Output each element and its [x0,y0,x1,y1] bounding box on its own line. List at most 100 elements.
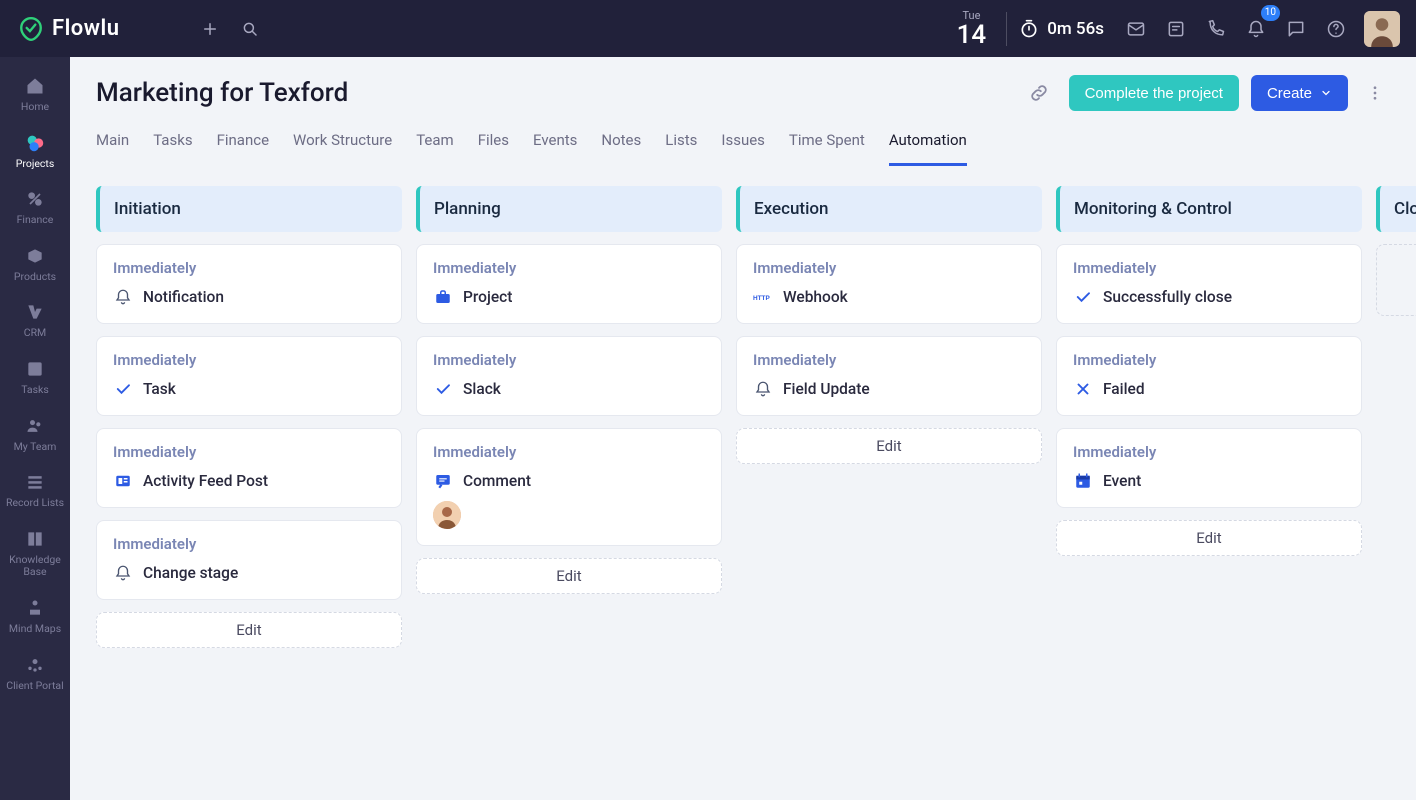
automation-card[interactable]: Immediately Field Update [736,336,1042,416]
date-display[interactable]: Tue 14 [957,9,987,48]
automation-card[interactable]: ImmediatelyFailed [1056,336,1362,416]
more-menu-button[interactable] [1360,75,1390,111]
edit-column-button[interactable]: Edit [736,428,1042,464]
tab-time-spent[interactable]: Time Spent [789,123,865,166]
automation-card[interactable]: ImmediatelyTask [96,336,402,416]
column-closed-s: Closed s [1376,186,1416,648]
card-trigger: Immediately [433,351,705,369]
automation-card[interactable]: Immediately Slack [416,336,722,416]
sidebar-item-recordlists[interactable]: Record Lists [0,463,70,520]
chat-button[interactable] [1276,9,1316,49]
add-button[interactable] [190,9,230,49]
logo[interactable]: Flowlu [18,16,120,42]
automation-card[interactable]: ImmediatelyChange stage [96,520,402,600]
tab-lists[interactable]: Lists [665,123,697,166]
tab-automation[interactable]: Automation [889,123,967,166]
card-action-label: Field Update [783,380,870,398]
sidebar-item-projects[interactable]: Projects [0,124,70,181]
card-action-label: Slack [463,380,501,398]
tab-issues[interactable]: Issues [721,123,765,166]
projects-icon [24,132,46,154]
chevron-down-icon [1320,87,1332,99]
help-button[interactable] [1316,9,1356,49]
page-title: Marketing for Texford [96,78,348,108]
column-monitoring-control: Monitoring & Control Immediately Successfu… [1056,186,1362,648]
tab-team[interactable]: Team [416,123,454,166]
tasks-icon [24,358,46,380]
card-action-label: Successfully close [1103,288,1232,306]
tab-finance[interactable]: Finance [217,123,269,166]
timer[interactable]: 0m 56s [1019,19,1104,39]
crm-icon [24,301,46,323]
column-header[interactable]: Execution [736,186,1042,232]
user-avatar[interactable] [1364,11,1400,47]
note-button[interactable] [1156,9,1196,49]
sidebar-item-finance[interactable]: Finance [0,180,70,237]
sidebar-item-label: Client Portal [6,680,63,693]
column-header[interactable]: Closed s [1376,186,1416,232]
help-icon [1326,19,1346,39]
column-header[interactable]: Monitoring & Control [1056,186,1362,232]
tab-events[interactable]: Events [533,123,577,166]
tab-files[interactable]: Files [478,123,509,166]
sidebar-item-mindmaps[interactable]: Mind Maps [0,589,70,646]
link-button[interactable] [1021,75,1057,111]
automation-card[interactable]: ImmediatelyNotification [96,244,402,324]
plus-icon [201,20,219,38]
mail-icon [1126,19,1146,39]
create-button[interactable]: Create [1251,75,1348,111]
automation-card[interactable]: ImmediatelyHTTPWebhook [736,244,1042,324]
card-action-label: Task [143,380,176,398]
day-number: 14 [957,22,987,48]
automation-card[interactable]: Immediately Successfully close [1056,244,1362,324]
card-action-label: Project [463,288,512,306]
edit-column-button[interactable]: Edit [416,558,722,594]
svg-text:HTTP: HTTP [753,295,770,302]
notifications-button[interactable]: 10 [1236,9,1276,49]
finance-icon [24,188,46,210]
sidebar-item-label: CRM [24,327,46,340]
automation-card[interactable]: ImmediatelyComment [416,428,722,546]
sidebar-item-tasks[interactable]: Tasks [0,350,70,407]
search-button[interactable] [230,9,270,49]
sidebar-item-clientportal[interactable]: Client Portal [0,646,70,703]
sidebar-item-myteam[interactable]: My Team [0,407,70,464]
sidebar-item-products[interactable]: Products [0,237,70,294]
column-header[interactable]: Planning [416,186,722,232]
bell-icon [113,563,133,583]
divider [1006,12,1007,46]
card-trigger: Immediately [433,259,705,277]
sidebar-item-label: Record Lists [6,497,64,510]
automation-card[interactable]: Immediately Project [416,244,722,324]
sidebar-item-label: Projects [16,158,55,171]
tab-main[interactable]: Main [96,123,129,166]
card-action-label: Event [1103,472,1141,490]
card-trigger: Immediately [433,443,705,461]
tab-notes[interactable]: Notes [601,123,641,166]
feed-icon [113,471,133,491]
edit-column-button[interactable]: Edit [1056,520,1362,556]
sidebar-item-knowledgebase[interactable]: Knowledge Base [0,520,70,589]
mail-button[interactable] [1116,9,1156,49]
card-trigger: Immediately [753,351,1025,369]
automation-card[interactable]: ImmediatelyEvent [1056,428,1362,508]
check-icon [1073,287,1093,307]
card-action-label: Change stage [143,564,238,582]
automation-card[interactable]: ImmediatelyActivity Feed Post [96,428,402,508]
phone-button[interactable] [1196,9,1236,49]
edit-column-button[interactable]: Edit [96,612,402,648]
tab-tasks[interactable]: Tasks [153,123,192,166]
card-trigger: Immediately [1073,259,1345,277]
column-header[interactable]: Initiation [96,186,402,232]
empty-card-placeholder[interactable] [1376,244,1416,316]
note-icon [1166,19,1186,39]
complete-project-button[interactable]: Complete the project [1069,75,1239,111]
sidebar-item-home[interactable]: Home [0,67,70,124]
sidebar-item-label: Knowledge Base [0,554,70,579]
tab-work-structure[interactable]: Work Structure [293,123,392,166]
sidebar-item-crm[interactable]: CRM [0,293,70,350]
search-icon [241,20,259,38]
board-scroll[interactable]: InitiationImmediatelyNotificationImmedia… [70,166,1416,800]
chat-icon [1286,19,1306,39]
check-icon [433,379,453,399]
